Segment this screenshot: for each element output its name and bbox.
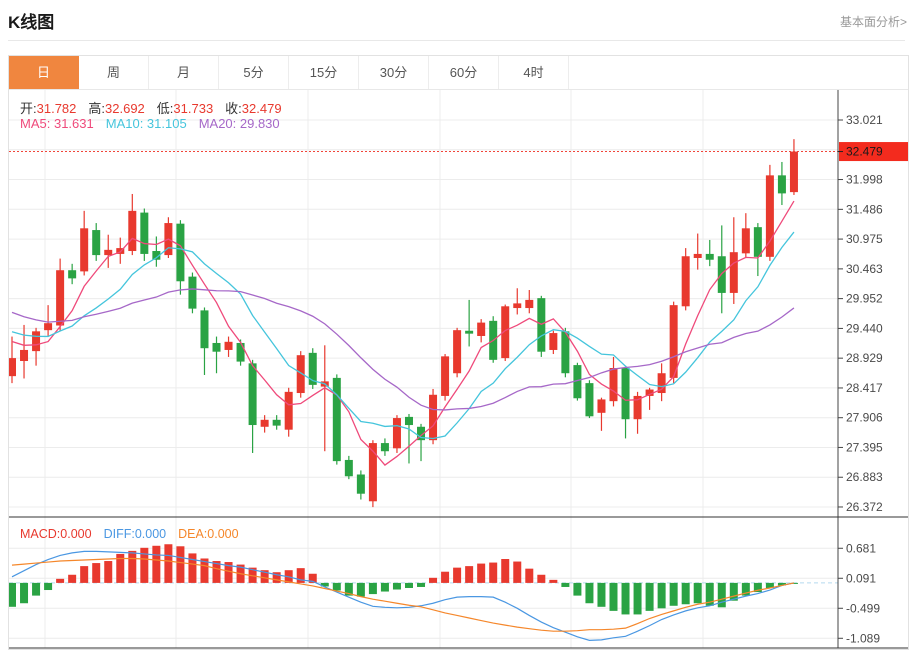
chart-panel: 日周月5分15分30分60分4时 33.021 31.998 31.486 30.97… bbox=[8, 55, 909, 650]
svg-text:0.681: 0.681 bbox=[846, 541, 876, 555]
page-title: K线图 bbox=[8, 8, 54, 33]
svg-text:27.906: 27.906 bbox=[846, 411, 883, 425]
chart-svg: 33.021 31.998 31.486 30.975 30.463 29.952 29.4… bbox=[9, 90, 908, 649]
tab-周[interactable]: 周 bbox=[79, 56, 149, 89]
svg-text:26.883: 26.883 bbox=[846, 470, 883, 484]
svg-text:27.395: 27.395 bbox=[846, 440, 883, 454]
svg-text:29.440: 29.440 bbox=[846, 321, 883, 335]
svg-text:0.091: 0.091 bbox=[846, 571, 876, 585]
tab-日[interactable]: 日 bbox=[9, 56, 79, 89]
svg-text:26.372: 26.372 bbox=[846, 500, 883, 514]
svg-text:32.479: 32.479 bbox=[846, 145, 883, 159]
kline-page: { "header": { "title": "K线图", "link": "基… bbox=[0, 0, 913, 655]
svg-text:28.929: 28.929 bbox=[846, 351, 883, 365]
header-divider bbox=[8, 40, 905, 41]
fundamental-analysis-link[interactable]: 基本面分析> bbox=[840, 13, 907, 30]
svg-text:29.952: 29.952 bbox=[846, 292, 883, 306]
svg-text:31.486: 31.486 bbox=[846, 202, 883, 216]
svg-text:-0.499: -0.499 bbox=[846, 601, 880, 615]
svg-text:28.417: 28.417 bbox=[846, 381, 883, 395]
tab-月[interactable]: 月 bbox=[149, 56, 219, 89]
svg-text:31.998: 31.998 bbox=[846, 173, 883, 187]
chart-area: 33.021 31.998 31.486 30.975 30.463 29.952 29.4… bbox=[9, 90, 908, 649]
svg-text:30.975: 30.975 bbox=[846, 232, 883, 246]
tab-60分[interactable]: 60分 bbox=[429, 56, 499, 89]
tab-5分[interactable]: 5分 bbox=[219, 56, 289, 89]
svg-text:33.021: 33.021 bbox=[846, 113, 883, 127]
svg-text:30.463: 30.463 bbox=[846, 262, 883, 276]
tab-30分[interactable]: 30分 bbox=[359, 56, 429, 89]
tab-15分[interactable]: 15分 bbox=[289, 56, 359, 89]
svg-text:-1.089: -1.089 bbox=[846, 631, 880, 645]
interval-tabs: 日周月5分15分30分60分4时 bbox=[9, 56, 908, 90]
kline-chart: 33.021 31.998 31.486 30.975 30.463 29.952 29.4… bbox=[9, 90, 908, 649]
tab-4时[interactable]: 4时 bbox=[499, 56, 569, 89]
